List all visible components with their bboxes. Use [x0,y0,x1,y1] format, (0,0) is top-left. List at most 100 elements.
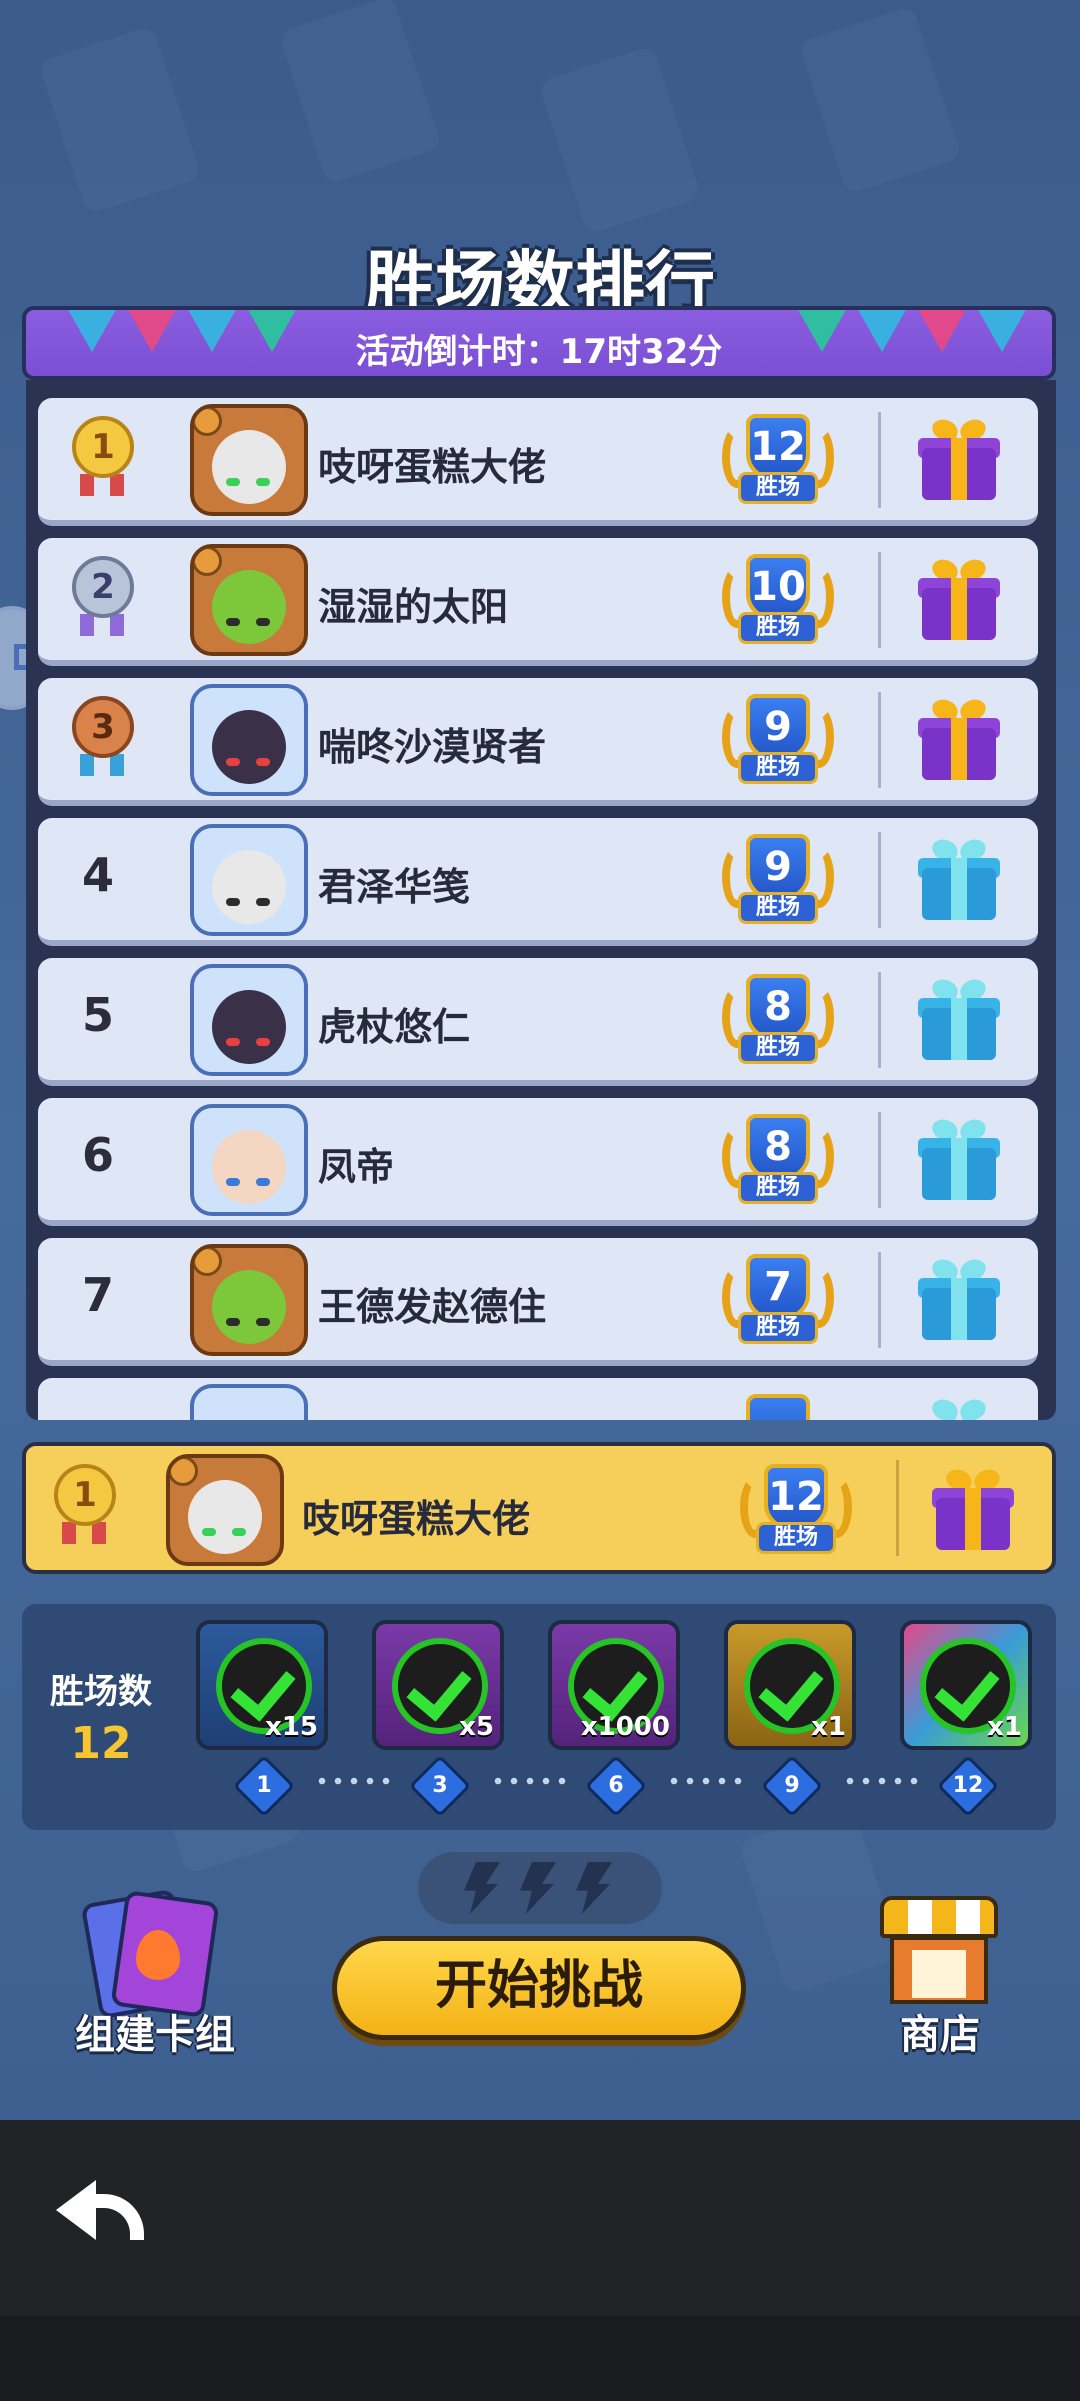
rank-number: 7 [81,1268,114,1322]
reward-slot[interactable]: x15 [196,1620,328,1750]
reward-quantity: x1000 [580,1712,670,1742]
progress-dots [490,1776,570,1786]
wins-badge: 9 胜场 [718,832,838,932]
rank-number: 1 [72,416,134,478]
reward-slot[interactable]: x5 [372,1620,504,1750]
wins-count: 8 [746,974,810,1040]
wins-badge [718,1392,838,1420]
ranking-row[interactable] [38,1378,1038,1420]
tier-marker: 1 [232,1754,296,1818]
gift-icon[interactable] [918,556,1000,642]
player-name: 虎杖悠仁 [318,1005,471,1049]
wins-title: 胜场数 [50,1672,152,1712]
lightning-icon [576,1862,612,1914]
reward-slot[interactable]: x1 [724,1620,856,1750]
wins-badge: 7 胜场 [718,1252,838,1352]
player-avatar [166,1454,284,1566]
divider [878,412,881,508]
start-challenge-button[interactable]: 开始挑战 [332,1936,746,2040]
rank-number: 1 [54,1464,116,1526]
divider [878,1112,881,1208]
ranking-row[interactable]: 6 凤帝 8 胜场 [38,1098,1038,1226]
back-button[interactable] [56,2170,146,2246]
player-avatar [190,1104,308,1216]
wins-badge: 8 胜场 [718,1112,838,1212]
wins-label: 胜场 [738,1032,818,1064]
wins-count: 7 [746,1254,810,1320]
wins-badge: 9 胜场 [718,692,838,792]
bottom-bar [0,2120,1080,2401]
bronze-medal-icon: 3 [68,696,138,778]
ranking-row[interactable]: 4 君泽华笺 9 胜场 [38,818,1038,946]
ranking-row[interactable]: 1 吱呀蛋糕大佬 12 胜场 [38,398,1038,526]
player-name: 湿湿的太阳 [318,585,509,629]
player-avatar [190,824,308,936]
gold-medal-icon: 1 [68,416,138,498]
player-avatar [190,544,308,656]
gift-icon[interactable] [932,1466,1014,1552]
wins-badge: 12 胜场 [718,412,838,512]
reward-quantity: x1 [987,1712,1022,1742]
ranking-row[interactable]: 2 湿湿的太阳 10 胜场 [38,538,1038,666]
gift-icon[interactable] [918,696,1000,782]
divider [878,552,881,648]
wins-count: 10 [746,554,810,620]
player-avatar [190,1384,308,1420]
divider [878,972,881,1068]
gift-icon[interactable] [918,1396,1000,1420]
player-name: 吱呀蛋糕大佬 [318,445,547,489]
countdown-text: 活动倒计时：17时32分 [355,332,723,372]
progress-dots [314,1776,394,1786]
divider [878,692,881,788]
lightning-icon [464,1862,500,1914]
wins-badge: 12 胜场 [736,1462,856,1562]
player-name: 吱呀蛋糕大佬 [302,1497,531,1541]
tier-marker: 12 [936,1754,1000,1818]
wins-label: 胜场 [738,472,818,504]
wins-label: 胜场 [738,1312,818,1344]
energy-indicator [418,1852,662,1924]
player-avatar [190,404,308,516]
progress-dots [842,1776,922,1786]
player-avatar [190,684,308,796]
shop-button[interactable]: 商店 [860,1890,1020,2060]
ranking-list[interactable]: 1 吱呀蛋糕大佬 12 胜场 2 湿湿的太阳 10 胜场 3 喘咚沙漠贤者 9 … [26,380,1056,1420]
tier-marker: 3 [408,1754,472,1818]
lightning-icon [520,1862,556,1914]
reward-quantity: x5 [459,1712,494,1742]
gift-icon[interactable] [918,836,1000,922]
my-rank-row[interactable]: 1 吱呀蛋糕大佬 12 胜场 [22,1442,1056,1574]
wins-badge: 10 胜场 [718,552,838,652]
divider [896,1460,899,1556]
rank-number: 2 [72,556,134,618]
player-name: 喘咚沙漠贤者 [318,725,547,769]
divider [878,832,881,928]
reward-slot[interactable]: x1 [900,1620,1032,1750]
gift-icon[interactable] [918,416,1000,502]
tier-marker: 9 [760,1754,824,1818]
ranking-row[interactable]: 5 虎杖悠仁 8 胜场 [38,958,1038,1086]
wins-count: 9 [746,694,810,760]
reward-quantity: x1 [811,1712,846,1742]
rank-number: 4 [81,848,114,902]
player-avatar [190,1244,308,1356]
build-deck-button[interactable]: 组建卡组 [60,1888,250,2060]
ranking-row[interactable]: 3 喘咚沙漠贤者 9 胜场 [38,678,1038,806]
wins-count: 9 [746,834,810,900]
wins-count: 12 [764,1464,828,1530]
gift-icon[interactable] [918,1116,1000,1202]
wins-count: 8 [746,1114,810,1180]
wins-label: 胜场 [756,1522,836,1554]
gift-icon[interactable] [918,976,1000,1062]
rank-number: 6 [81,1128,114,1182]
reward-quantity: x15 [265,1712,318,1742]
reward-slot[interactable]: x1000 [548,1620,680,1750]
player-name: 王德发赵德住 [318,1285,547,1329]
gift-icon[interactable] [918,1256,1000,1342]
wins-badge: 8 胜场 [718,972,838,1072]
silver-medal-icon: 2 [68,556,138,638]
player-name: 君泽华笺 [318,865,471,909]
ranking-row[interactable]: 7 王德发赵德住 7 胜场 [38,1238,1038,1366]
player-name: 凤帝 [318,1145,395,1189]
wins-progress-panel: 胜场数 12 x15 x5 x1000 x1 x1 1 3 6 9 12 [22,1604,1056,1830]
